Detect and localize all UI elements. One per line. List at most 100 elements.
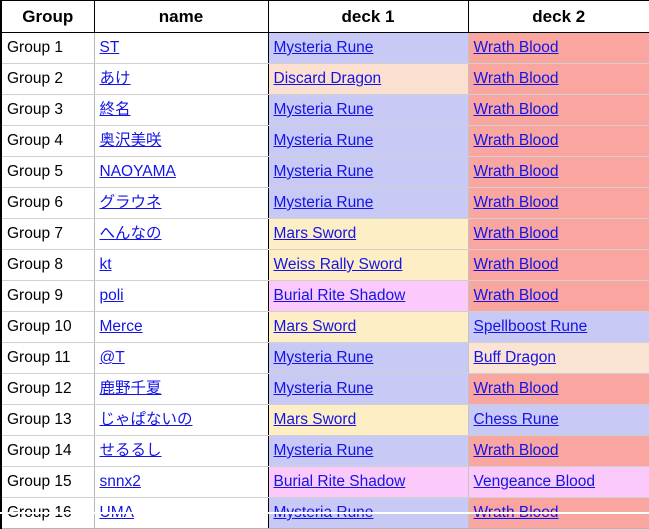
player-name-link[interactable]: poli [100,287,124,304]
player-name-link[interactable]: kt [100,256,112,273]
cell-name[interactable]: poli [93,280,269,312]
cell-deck1[interactable]: Mars Sword [267,218,469,250]
player-name-link[interactable]: Merce [100,318,143,335]
cell-name[interactable]: じゃぱないの [93,404,269,436]
deck2-link[interactable]: Wrath Blood [474,163,559,180]
deck2-link[interactable]: Wrath Blood [474,287,559,304]
deck1-link[interactable]: Weiss Rally Sword [274,256,403,273]
cell-deck2[interactable]: Wrath Blood [467,32,649,64]
table-row: Group 7 へんなの Mars Sword Wrath Blood [0,218,649,250]
player-name-link[interactable]: snnx2 [100,473,141,490]
deck1-link[interactable]: Mysteria Rune [274,442,374,459]
deck1-link[interactable]: Mysteria Rune [274,39,374,56]
player-name-link[interactable]: @T [100,349,125,366]
deck1-link[interactable]: Mars Sword [274,318,357,335]
cell-deck2[interactable]: Spellboost Rune [467,311,649,343]
player-name-link[interactable]: 鹿野千夏 [100,380,162,397]
cell-name[interactable]: へんなの [93,218,269,250]
player-name-link[interactable]: へんなの [100,225,162,242]
cell-deck2[interactable]: Wrath Blood [467,156,649,188]
cell-name[interactable]: kt [93,249,269,281]
cell-deck2[interactable]: Wrath Blood [467,187,649,219]
deck2-link[interactable]: Vengeance Blood [474,473,596,490]
cell-deck2[interactable]: Wrath Blood [467,435,649,467]
cell-deck1[interactable]: Mars Sword [267,311,469,343]
cell-name[interactable]: 鹿野千夏 [93,373,269,405]
column-header-group[interactable]: Group [0,0,95,33]
cell-deck2[interactable]: Buff Dragon [467,342,649,374]
column-header-deck1[interactable]: deck 1 [267,0,469,33]
player-name-link[interactable]: あけ [100,70,131,87]
column-header-name[interactable]: name [93,0,269,33]
deck1-link[interactable]: Burial Rite Shadow [274,287,406,304]
cell-deck1[interactable]: Mysteria Rune [267,187,469,219]
column-header-deck2[interactable]: deck 2 [467,0,649,33]
deck2-link[interactable]: Spellboost Rune [474,318,588,335]
cell-deck2[interactable]: Wrath Blood [467,125,649,157]
deck2-link[interactable]: Wrath Blood [474,442,559,459]
group-label: Group 8 [7,256,64,273]
cell-deck2[interactable]: Wrath Blood [467,218,649,250]
deck2-link[interactable]: Wrath Blood [474,380,559,397]
cell-group: Group 5 [0,156,95,188]
deck1-link[interactable]: Mysteria Rune [274,380,374,397]
cell-deck1[interactable]: Mars Sword [267,404,469,436]
cell-name[interactable]: 終名 [93,94,269,126]
cell-deck1[interactable]: Mysteria Rune [267,125,469,157]
cell-deck1[interactable]: Mysteria Rune [267,435,469,467]
player-name-link[interactable]: グラウネ [100,194,162,211]
deck1-link[interactable]: Mysteria Rune [274,349,374,366]
deck2-link[interactable]: Wrath Blood [474,256,559,273]
deck2-link[interactable]: Buff Dragon [474,349,556,366]
player-name-link[interactable]: じゃぱないの [100,411,193,428]
cell-name[interactable]: ST [93,32,269,64]
cell-name[interactable]: Merce [93,311,269,343]
deck1-link[interactable]: Mars Sword [274,411,357,428]
deck1-link[interactable]: Mysteria Rune [274,132,374,149]
cell-deck2[interactable]: Wrath Blood [467,94,649,126]
cell-deck1[interactable]: Burial Rite Shadow [267,280,469,312]
deck1-link[interactable]: Discard Dragon [274,70,382,87]
player-name-link[interactable]: ST [100,39,120,56]
deck2-link[interactable]: Chess Rune [474,411,559,428]
player-name-link[interactable]: 奥沢美咲 [100,132,162,149]
cell-deck2[interactable]: Wrath Blood [467,63,649,95]
cell-name[interactable]: @T [93,342,269,374]
cell-deck1[interactable]: Discard Dragon [267,63,469,95]
deck1-link[interactable]: Mysteria Rune [274,194,374,211]
cell-deck2[interactable]: Wrath Blood [467,280,649,312]
deck2-link[interactable]: Wrath Blood [474,70,559,87]
cell-deck1[interactable]: Weiss Rally Sword [267,249,469,281]
deck2-link[interactable]: Wrath Blood [474,101,559,118]
cell-deck1[interactable]: Mysteria Rune [267,156,469,188]
deck1-link[interactable]: Mars Sword [274,225,357,242]
cell-name[interactable]: NAOYAMA [93,156,269,188]
cell-deck1[interactable]: Mysteria Rune [267,342,469,374]
player-name-link[interactable]: NAOYAMA [100,163,176,180]
cell-deck2[interactable]: Wrath Blood [467,373,649,405]
deck2-link[interactable]: Wrath Blood [474,39,559,56]
cell-deck1[interactable]: Burial Rite Shadow [267,466,469,498]
deck1-link[interactable]: Mysteria Rune [274,163,374,180]
cell-name[interactable]: snnx2 [93,466,269,498]
deck2-link[interactable]: Wrath Blood [474,194,559,211]
deck2-link[interactable]: Wrath Blood [474,132,559,149]
cell-name[interactable]: せるるし [93,435,269,467]
player-name-link[interactable]: せるるし [100,442,162,459]
cell-deck1[interactable]: Mysteria Rune [267,94,469,126]
group-label: Group 13 [7,411,72,428]
cell-deck1[interactable]: Mysteria Rune [267,373,469,405]
deck2-link[interactable]: Wrath Blood [474,225,559,242]
deck1-link[interactable]: Burial Rite Shadow [274,473,406,490]
cell-deck1[interactable]: Mysteria Rune [267,32,469,64]
cell-deck2[interactable]: Vengeance Blood [467,466,649,498]
table-row: Group 4 奥沢美咲 Mysteria Rune Wrath Blood [0,125,649,157]
deck1-link[interactable]: Mysteria Rune [274,101,374,118]
cell-name[interactable]: グラウネ [93,187,269,219]
cell-name[interactable]: 奥沢美咲 [93,125,269,157]
cell-deck2[interactable]: Chess Rune [467,404,649,436]
cell-deck2[interactable]: Wrath Blood [467,249,649,281]
cell-name[interactable]: あけ [93,63,269,95]
table-row: Group 13 じゃぱないの Mars Sword Chess Rune [0,404,649,436]
player-name-link[interactable]: 終名 [100,101,131,118]
